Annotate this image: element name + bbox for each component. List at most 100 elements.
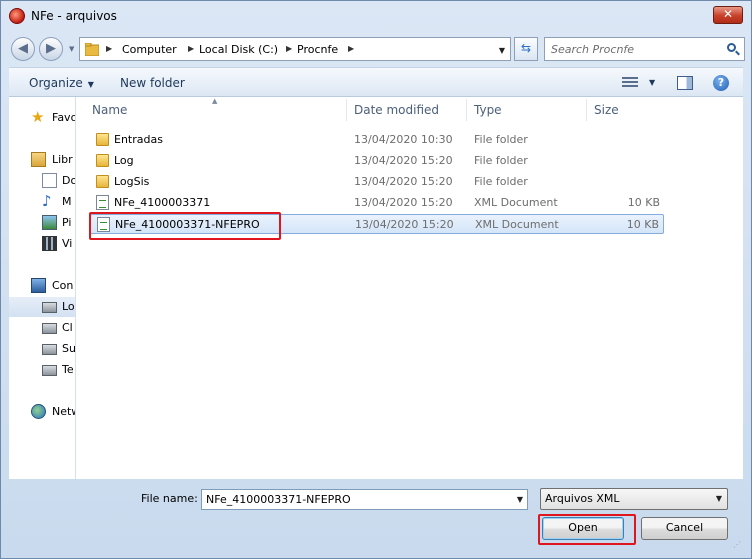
annotation-highlight-file	[89, 212, 281, 240]
network-icon	[31, 404, 46, 419]
file-date: 13/04/2020 15:20	[354, 154, 453, 167]
annotation-highlight-open	[538, 514, 636, 545]
nav-item-documents[interactable]: Do	[9, 171, 75, 191]
file-row-log[interactable]: Log 13/04/2020 15:20 File folder	[90, 151, 664, 171]
views-dropdown-icon[interactable]: ▼	[649, 78, 655, 87]
help-icon[interactable]: ?	[713, 75, 729, 91]
file-date: 13/04/2020 15:20	[355, 218, 454, 231]
file-list: ▲ Name Date modified Type Size Entradas …	[76, 97, 743, 479]
nav-item-videos[interactable]: Vi	[9, 234, 75, 254]
nav-item-label: Favo	[52, 111, 76, 124]
chevron-right-icon[interactable]: ▶	[106, 44, 112, 53]
file-type-select[interactable]: Arquivos XML ▼	[540, 488, 728, 510]
nav-item-network[interactable]: Netw	[9, 402, 75, 422]
nav-item-network-drive-2[interactable]: Su	[9, 339, 75, 359]
chevron-right-icon[interactable]: ▶	[286, 44, 292, 53]
music-icon: ♪	[42, 192, 52, 210]
folder-icon	[96, 133, 109, 146]
nav-item-label: Netw	[52, 405, 75, 418]
file-date: 13/04/2020 10:30	[354, 133, 453, 146]
organize-label: Organize	[29, 76, 83, 90]
command-toolbar: Organize ▼ New folder ▼ ?	[9, 67, 743, 97]
chevron-down-icon[interactable]: ▼	[517, 495, 523, 504]
nav-item-label: Te	[62, 363, 74, 376]
navigation-pane: ★ Favo Libr Do ♪ M Pi Vi Con Lo Cl Su Te…	[9, 97, 76, 479]
search-icon[interactable]	[727, 43, 736, 52]
network-drive-icon	[42, 323, 57, 334]
window-title: NFe - arquivos	[31, 9, 117, 23]
file-row-logsis[interactable]: LogSis 13/04/2020 15:20 File folder	[90, 172, 664, 192]
file-name: Log	[114, 154, 134, 167]
column-header-date[interactable]: Date modified	[354, 103, 439, 117]
chevron-down-icon: ▼	[87, 80, 94, 89]
nav-item-label: Pi	[62, 216, 72, 229]
column-header-name[interactable]: Name	[92, 103, 127, 117]
file-name: LogSis	[114, 175, 150, 188]
organize-button[interactable]: Organize ▼	[29, 76, 94, 90]
refresh-icon: ⇆	[520, 41, 532, 55]
nav-item-label: M	[62, 195, 72, 208]
cancel-button[interactable]: Cancel	[641, 517, 728, 540]
documents-icon	[42, 173, 57, 188]
file-row-nfe-xml[interactable]: NFe_4100003371 13/04/2020 15:20 XML Docu…	[90, 193, 664, 213]
back-button[interactable]: ◀	[11, 37, 35, 61]
views-icon[interactable]	[622, 77, 638, 89]
breadcrumb-local-disk[interactable]: Local Disk (C:)	[199, 43, 278, 56]
nav-item-label: Vi	[62, 237, 73, 250]
libraries-icon	[31, 152, 46, 167]
folder-icon	[96, 154, 109, 167]
file-row-entradas[interactable]: Entradas 13/04/2020 10:30 File folder	[90, 130, 664, 150]
file-type-value: Arquivos XML	[545, 492, 620, 505]
star-icon: ★	[31, 108, 45, 126]
column-divider[interactable]	[586, 99, 587, 121]
nav-item-label: Libr	[52, 153, 73, 166]
column-header-type[interactable]: Type	[474, 103, 502, 117]
column-divider[interactable]	[466, 99, 467, 121]
app-icon	[9, 8, 25, 24]
close-button[interactable]: ✕	[713, 6, 743, 24]
nav-item-network-drive-3[interactable]: Te	[9, 360, 75, 380]
xml-file-icon	[96, 195, 109, 210]
forward-button[interactable]: ▶	[39, 37, 63, 61]
search-box[interactable]: Search Procnfe	[544, 37, 745, 61]
nav-item-label: Do	[62, 174, 76, 187]
nav-item-label: Cl	[62, 321, 73, 334]
file-size: 10 KB	[626, 218, 659, 231]
nav-item-label: Con	[52, 279, 74, 292]
file-name: NFe_4100003371	[114, 196, 211, 209]
refresh-button[interactable]: ⇆	[514, 37, 538, 61]
preview-pane-icon[interactable]	[677, 76, 693, 90]
nav-item-local-disk[interactable]: Lo	[9, 297, 75, 317]
file-name-input[interactable]: NFe_4100003371-NFEPRO ▼	[201, 489, 528, 510]
search-placeholder: Search Procnfe	[551, 43, 635, 56]
folder-icon	[85, 43, 99, 56]
new-folder-button[interactable]: New folder	[120, 76, 185, 90]
file-type: XML Document	[475, 218, 559, 231]
breadcrumb-procnfe[interactable]: Procnfe	[297, 43, 338, 56]
nav-item-pictures[interactable]: Pi	[9, 213, 75, 233]
resize-grip-icon[interactable]: ⋰	[733, 540, 741, 549]
network-drive-icon	[42, 344, 57, 355]
address-bar[interactable]: ▶ Computer ▶ Local Disk (C:) ▶ Procnfe ▶…	[79, 37, 511, 61]
breadcrumb-computer[interactable]: Computer	[122, 43, 177, 56]
title-bar[interactable]: NFe - arquivos ✕	[1, 1, 751, 31]
navigation-bar: ◀ ▶ ▼ ▶ Computer ▶ Local Disk (C:) ▶ Pro…	[9, 35, 745, 63]
sort-ascending-icon: ▲	[212, 97, 218, 105]
nav-item-network-drive-1[interactable]: Cl	[9, 318, 75, 338]
column-header-size[interactable]: Size	[594, 103, 619, 117]
nav-item-computer[interactable]: Con	[9, 276, 75, 296]
recent-pages-dropdown[interactable]: ▼	[69, 45, 74, 53]
nav-item-label: Lo	[62, 300, 75, 313]
nav-item-label: Su	[62, 342, 76, 355]
file-type: File folder	[474, 175, 528, 188]
folder-icon	[96, 175, 109, 188]
chevron-right-icon[interactable]: ▶	[348, 44, 354, 53]
file-date: 13/04/2020 15:20	[354, 196, 453, 209]
nav-item-music[interactable]: ♪ M	[9, 192, 75, 212]
network-drive-icon	[42, 365, 57, 376]
nav-item-libraries[interactable]: Libr	[9, 150, 75, 170]
column-divider[interactable]	[346, 99, 347, 121]
chevron-right-icon[interactable]: ▶	[188, 44, 194, 53]
address-dropdown-icon[interactable]: ▼	[499, 46, 505, 55]
nav-item-favorites[interactable]: ★ Favo	[9, 108, 75, 128]
